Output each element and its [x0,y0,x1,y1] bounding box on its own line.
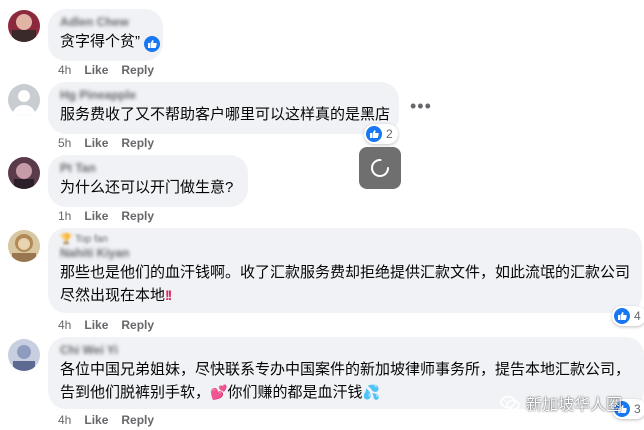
trophy-icon: 🏆 [60,234,73,245]
comment-bubble: Adlen Chew 贪字得个贫” [48,9,163,61]
avatar[interactable] [8,157,40,189]
wechat-icon [500,395,520,411]
comment-time[interactable]: 5h [58,136,71,150]
watermark-text: 新加坡华人圈 [526,397,623,414]
comment-time[interactable]: 4h [58,318,71,332]
like-reaction-icon[interactable] [144,36,160,52]
comment-author[interactable]: Chi Wei Yi [60,343,632,357]
avatar[interactable] [8,230,40,262]
more-options-icon[interactable]: ••• [410,96,432,117]
comment-time[interactable]: 1h [58,209,71,223]
comment-text: 为什么还可以开门做生意? [60,179,234,196]
comment-text: 服务费收了又不帮助客户哪里可以这样真的是黑店 [60,106,391,123]
like-reaction-icon [366,126,382,142]
like-button[interactable]: Like [84,63,108,77]
avatar[interactable] [8,10,40,42]
heart-icon: 💕 [210,384,228,400]
reply-button[interactable]: Reply [121,209,154,223]
comment-bubble: Pt Tan 为什么还可以开门做生意? [48,155,248,207]
reply-button[interactable]: Reply [121,413,154,427]
avatar[interactable] [8,84,40,116]
like-button[interactable]: Like [84,209,108,223]
comment-time[interactable]: 4h [58,413,71,427]
reply-button[interactable]: Reply [121,318,154,332]
comment-actions: 4h Like Reply [58,63,167,77]
comment-time[interactable]: 4h [58,63,71,77]
spinner-icon [371,159,389,177]
like-button[interactable]: Like [84,413,108,427]
comment-author[interactable]: Pt Tan [60,161,236,175]
comment-text: 贪字得个贫” [60,31,160,53]
double-exclamation-icon: !! [165,287,172,303]
comment-actions: 5h Like Reply [58,136,167,150]
comments-page: Adlen Chew 贪字得个贫” 4h Like Reply Hg Pineapp… [0,0,644,430]
comment-bubble: Hg Pineapple 服务费收了又不帮助客户哪里可以这样真的是黑店 [48,82,399,134]
comment-actions: 4h Like Reply [58,413,167,427]
like-button[interactable]: Like [84,136,108,150]
comment-actions: 4h Like Reply [58,318,167,332]
like-reaction-icon [614,308,630,324]
reaction-count[interactable]: 4 [612,306,644,326]
sweat-droplets-icon: 💦 [362,384,380,400]
comment-text: 那些也是他们的血汗钱啊。收了汇款服务费却拒绝提供汇款文件，如此流氓的汇款公司 尽… [60,264,631,304]
comment-author[interactable]: Nahiti Kiyan [60,246,630,260]
reply-button[interactable]: Reply [121,136,154,150]
reply-button[interactable]: Reply [121,63,154,77]
watermark: 新加坡华人圈 [500,391,622,415]
comment-author[interactable]: Adlen Chew [60,15,151,29]
like-button[interactable]: Like [84,318,108,332]
comment-actions: 1h Like Reply [58,209,167,223]
avatar[interactable] [8,339,40,371]
loading-spinner [359,147,401,189]
reaction-count[interactable]: 2 [364,124,398,144]
comment-bubble: 🏆 Top fan Nahiti Kiyan 那些也是他们的血汗钱啊。收了汇款服… [48,228,642,313]
top-fan-badge: 🏆 Top fan [60,234,108,245]
comment-author[interactable]: Hg Pineapple [60,88,387,102]
